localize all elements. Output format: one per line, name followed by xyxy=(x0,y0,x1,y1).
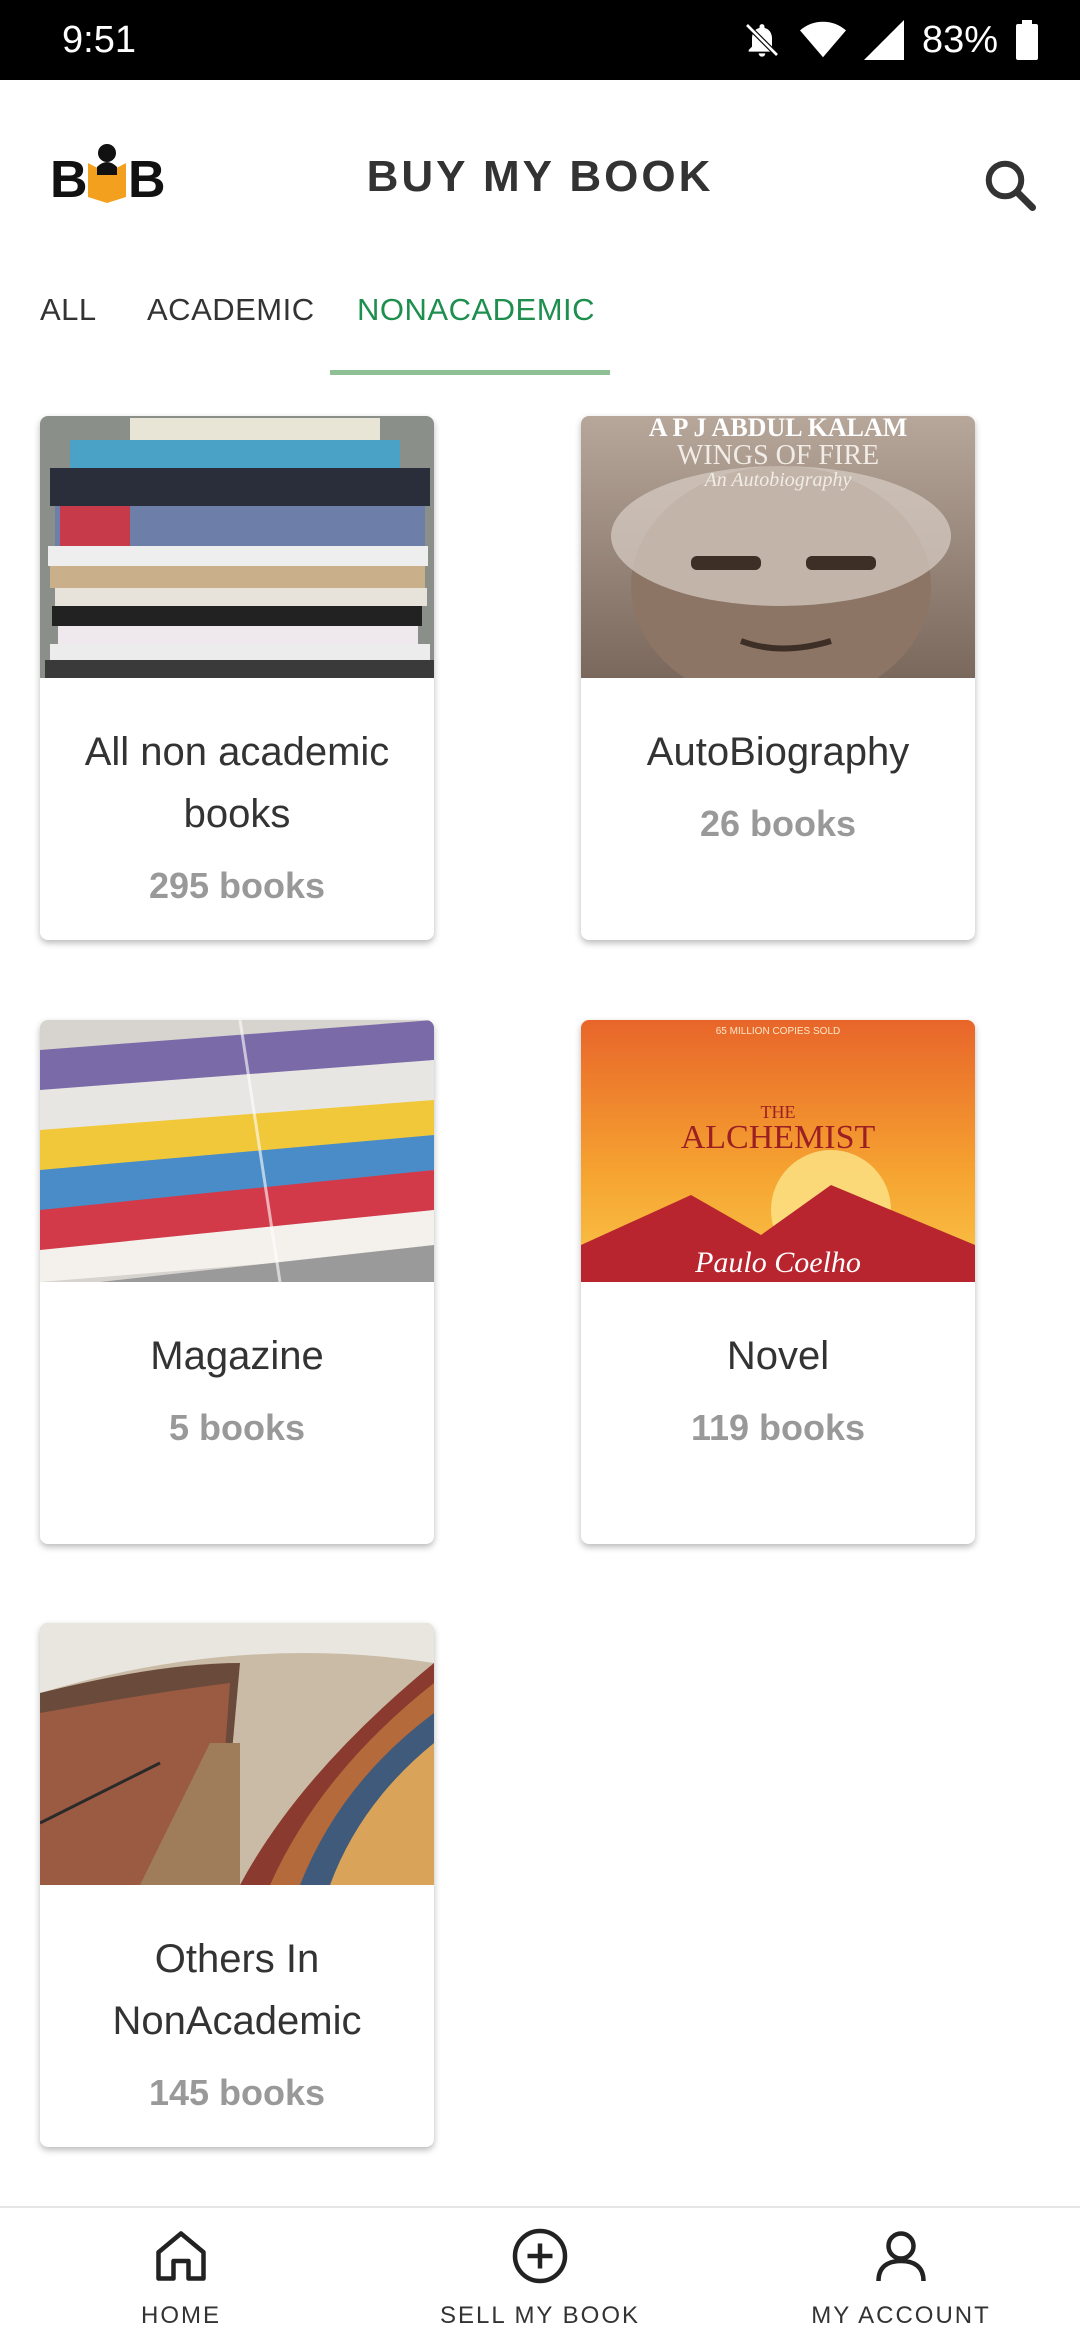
nav-home[interactable]: HOME xyxy=(31,2208,331,2342)
search-icon[interactable] xyxy=(980,155,1040,215)
bottom-navigation: HOME SELL MY BOOK MY ACCOUNT xyxy=(0,2206,1080,2342)
wings-of-fire-cover-image: A P J ABDUL KALAM WINGS OF FIRE An Autob… xyxy=(581,416,975,678)
app-bar: B B BUY MY BOOK xyxy=(0,80,1080,280)
cover-tagline-text: 65 MILLION COPIES SOLD xyxy=(716,1026,841,1037)
status-icons: 83% xyxy=(742,19,1038,62)
cover-title-text: ALCHEMIST xyxy=(681,1119,876,1156)
category-count: 26 books xyxy=(699,803,857,844)
category-count: 5 books xyxy=(168,1407,306,1448)
cover-author-text: A P J ABDUL KALAM xyxy=(649,416,908,442)
home-icon xyxy=(156,2231,206,2281)
nav-account-label: MY ACCOUNT xyxy=(811,2302,991,2329)
nav-my-account[interactable]: MY ACCOUNT xyxy=(751,2208,1051,2342)
tab-all[interactable]: ALL xyxy=(40,292,97,328)
page-title: BUY MY BOOK xyxy=(366,152,714,201)
category-card-magazine[interactable]: Magazine 5 books xyxy=(40,1020,434,1544)
category-card-others[interactable]: Others In NonAcademic 145 books xyxy=(40,1623,434,2147)
nav-sell-my-book[interactable]: SELL MY BOOK xyxy=(390,2208,690,2342)
status-bar: 9:51 83% xyxy=(0,0,1080,80)
category-name: AutoBiography xyxy=(646,730,910,774)
nav-sell-label: SELL MY BOOK xyxy=(439,2302,641,2329)
magazines-image xyxy=(40,1020,434,1282)
cover-subtitle-text: An Autobiography xyxy=(703,469,852,491)
wifi-icon xyxy=(799,21,846,58)
category-card-all-nonacademic[interactable]: All non academic books 295 books xyxy=(40,416,434,940)
category-name: Magazine xyxy=(150,1334,324,1378)
category-count: 145 books xyxy=(148,2072,326,2113)
alchemist-cover-image: 65 MILLION COPIES SOLD THE ALCHEMIST Pau… xyxy=(581,1020,975,1282)
person-icon xyxy=(876,2231,926,2282)
cover-author-text: Paulo Coelho xyxy=(694,1246,861,1279)
category-count: 119 books xyxy=(690,1407,866,1448)
category-name: All non academic books xyxy=(84,730,390,836)
category-tabs: ALL ACADEMIC NONACADEMIC xyxy=(0,280,1080,375)
category-name: Novel xyxy=(726,1334,830,1378)
battery-percent: 83% xyxy=(921,18,998,61)
status-time: 9:51 xyxy=(62,18,136,61)
category-count: 295 books xyxy=(148,865,326,906)
category-card-novel[interactable]: 65 MILLION COPIES SOLD THE ALCHEMIST Pau… xyxy=(581,1020,975,1544)
category-card-autobiography[interactable]: A P J ABDUL KALAM WINGS OF FIRE An Autob… xyxy=(581,416,975,940)
library-shelves-image xyxy=(40,1623,434,1885)
tab-nonacademic[interactable]: NONACADEMIC xyxy=(357,292,595,328)
book-stack-image xyxy=(40,416,434,678)
tab-academic[interactable]: ACADEMIC xyxy=(147,292,315,328)
plus-circle-icon xyxy=(512,2228,568,2284)
battery-icon xyxy=(1016,20,1038,60)
nav-home-label: HOME xyxy=(141,2302,221,2329)
category-name: Others In NonAcademic xyxy=(112,1937,362,2043)
bell-off-icon xyxy=(745,23,779,57)
signal-icon xyxy=(863,20,904,60)
active-tab-indicator xyxy=(330,370,610,375)
cover-title-text: WINGS OF FIRE xyxy=(677,440,879,471)
